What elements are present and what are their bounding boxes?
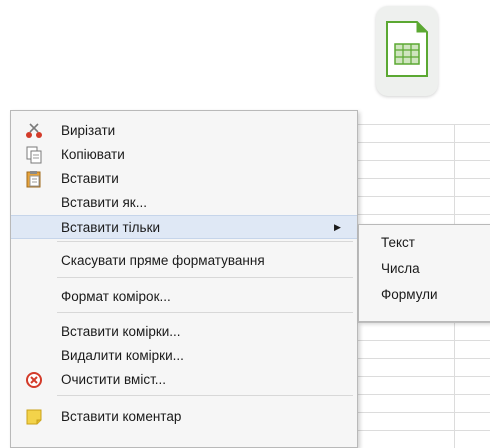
submenu-item-numbers[interactable]: Числа bbox=[381, 261, 420, 276]
libreoffice-calc-icon bbox=[376, 6, 438, 96]
menu-label-paste: Вставити bbox=[61, 170, 119, 186]
menu-item-cut[interactable]: Вирізати bbox=[11, 118, 357, 142]
menu-item-copy[interactable]: Копіювати bbox=[11, 142, 357, 166]
menu-separator bbox=[57, 277, 353, 278]
menu-label-delete-cells: Видалити комірки... bbox=[61, 347, 184, 363]
menu-item-clear-contents[interactable]: Очистити вміст... bbox=[11, 367, 357, 391]
menu-item-delete-cells[interactable]: Видалити комірки... bbox=[11, 343, 357, 367]
menu-separator bbox=[57, 241, 353, 242]
menu-item-paste-only[interactable]: Вставити тільки ▶ bbox=[11, 215, 357, 239]
menu-item-paste-special[interactable]: Вставити як... bbox=[11, 190, 357, 214]
menu-label-copy: Копіювати bbox=[61, 146, 125, 162]
menu-label-paste-only: Вставити тільки bbox=[61, 219, 161, 235]
menu-item-format-cells[interactable]: Формат комірок... bbox=[11, 284, 357, 308]
menu-separator bbox=[57, 395, 353, 396]
menu-label-clear-direct-formatting: Скасувати пряме форматування bbox=[61, 252, 265, 268]
paste-only-submenu: Текст Числа Формули bbox=[358, 224, 490, 322]
copy-icon bbox=[25, 146, 43, 164]
calc-document-icon bbox=[386, 21, 428, 77]
menu-item-insert-cells[interactable]: Вставити комірки... bbox=[11, 319, 357, 343]
menu-label-format-cells: Формат комірок... bbox=[61, 288, 171, 304]
menu-label-clear-contents: Очистити вміст... bbox=[61, 371, 167, 387]
comment-icon bbox=[25, 408, 43, 426]
menu-item-paste[interactable]: Вставити bbox=[11, 166, 357, 190]
menu-item-insert-comment[interactable]: Вставити коментар bbox=[11, 404, 357, 428]
menu-item-clear-direct-formatting[interactable]: Скасувати пряме форматування bbox=[11, 248, 357, 272]
menu-label-paste-special: Вставити як... bbox=[61, 194, 147, 210]
menu-separator bbox=[57, 312, 353, 313]
menu-label-insert-cells: Вставити комірки... bbox=[61, 323, 181, 339]
submenu-item-text[interactable]: Текст bbox=[381, 235, 415, 250]
submenu-item-formulas[interactable]: Формули bbox=[381, 287, 438, 302]
menu-label-insert-comment: Вставити коментар bbox=[61, 408, 182, 424]
scissors-icon bbox=[25, 122, 43, 140]
context-menu: Вирізати Копіювати Вставити Вставити як.… bbox=[10, 110, 358, 448]
menu-label-cut: Вирізати bbox=[61, 122, 116, 138]
clear-contents-icon bbox=[25, 371, 43, 389]
submenu-arrow-icon: ▶ bbox=[334, 221, 341, 232]
paste-icon bbox=[25, 170, 43, 188]
